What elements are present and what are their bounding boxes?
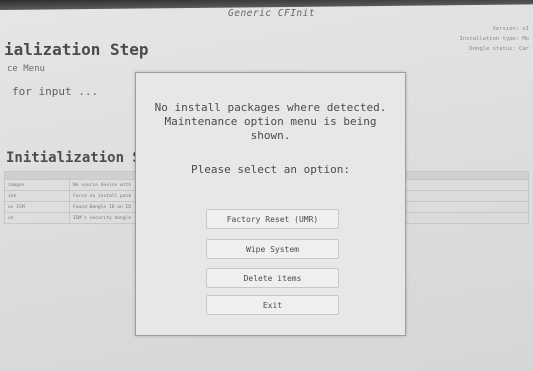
- dialog-prompt: Please select an option:: [191, 163, 350, 176]
- dialog-message-line: Maintenance option menu is being: [164, 115, 377, 128]
- dialog-message-line: No install packages where detected.: [154, 101, 387, 114]
- table-cell: ISM's security dongle: [69, 212, 137, 224]
- waiting-for-input-text: for input ...: [12, 85, 99, 98]
- table-header-cell: [69, 171, 137, 180]
- step-title: ialization Step: [4, 40, 149, 59]
- table-header-cell: [4, 171, 70, 180]
- table-cell: No source device with: [69, 179, 137, 191]
- dongle-status-label: Dongle status: Car: [469, 46, 529, 52]
- wipe-system-button[interactable]: Wipe System: [206, 239, 339, 259]
- installation-type-label: Installation type: Mo: [459, 36, 529, 42]
- table-cell: os ISM: [4, 201, 70, 213]
- maintenance-dialog: No install packages where detected. Main…: [135, 72, 406, 336]
- app-title: Generic CFInit: [228, 8, 316, 19]
- factory-reset-button[interactable]: Factory Reset (UMR): [206, 209, 339, 229]
- table-cell: Force no install pack: [69, 190, 137, 202]
- dialog-message-line: shown.: [250, 129, 291, 142]
- maintenance-menu-label: ce Menu: [7, 64, 45, 74]
- table-cell: ce: [4, 212, 70, 224]
- table-cell: ion: [4, 190, 70, 202]
- dialog-message: No install packages where detected. Main…: [136, 101, 405, 143]
- status-info: Version: v1 Installation type: Mo Dongle…: [379, 24, 529, 54]
- table-cell: Found Dongle ID on ID: [69, 201, 137, 213]
- delete-items-button[interactable]: Delete items: [206, 268, 339, 288]
- exit-button[interactable]: Exit: [206, 295, 339, 315]
- table-cell: images: [4, 179, 70, 191]
- version-label: Version: v1: [492, 26, 529, 32]
